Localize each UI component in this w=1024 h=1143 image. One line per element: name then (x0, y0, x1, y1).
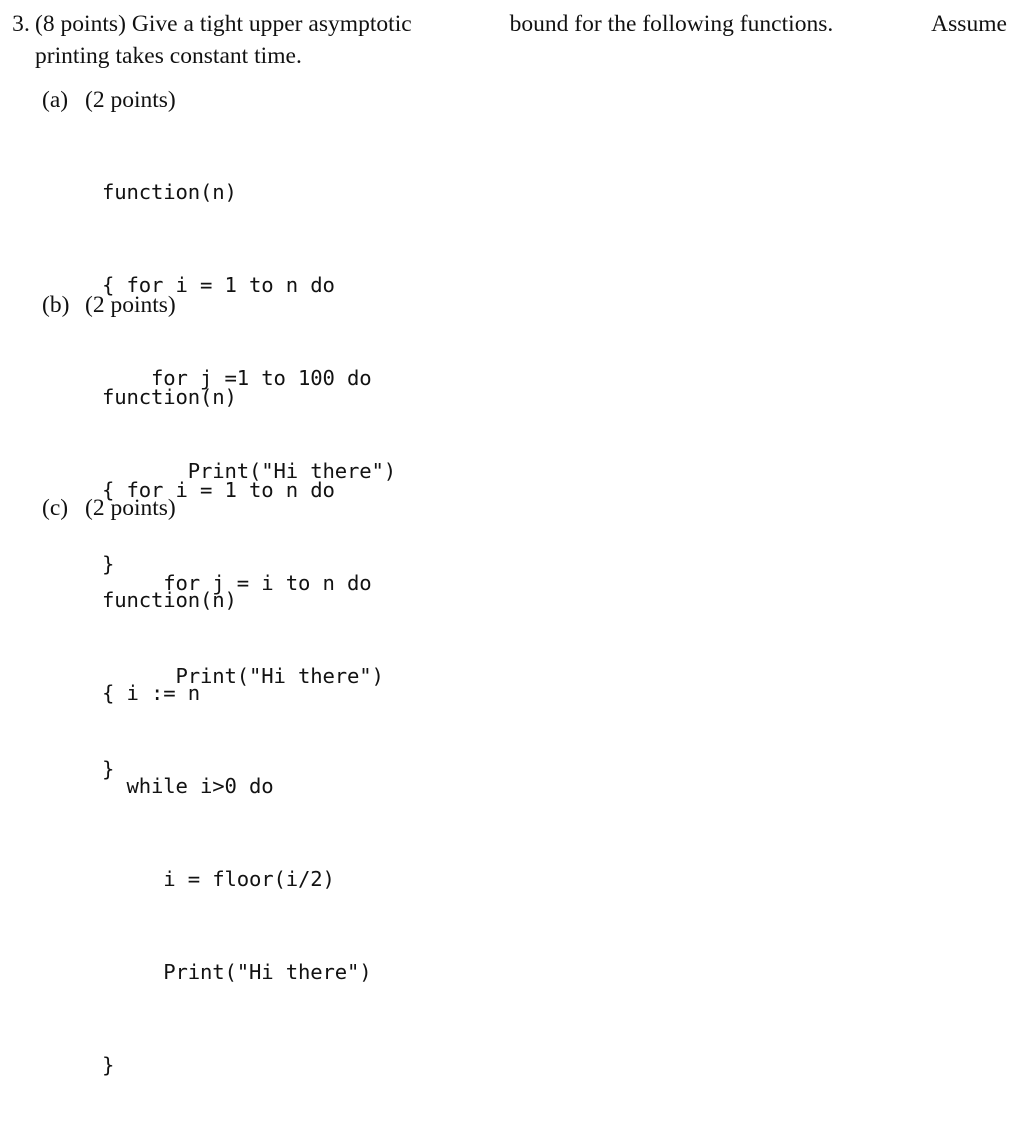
document-page: 3. (8 points) Give a tight upper asympto… (0, 0, 1024, 1077)
code-line: } (102, 1053, 115, 1077)
code-line: Print("Hi there") (102, 960, 372, 984)
question-line-1-right: bound for the following functions. (509, 11, 834, 37)
part-c-points: (2 points) (85, 495, 176, 521)
question-line-1-tail: Assume (931, 11, 1007, 37)
part-a-points: (2 points) (85, 87, 176, 113)
question-block: 3. (8 points) Give a tight upper asympto… (0, 8, 1012, 72)
code-line: { i := n (102, 681, 200, 705)
question-text: (8 points) Give a tight upper asymptotic… (35, 8, 1012, 72)
part-b-points: (2 points) (85, 292, 176, 318)
part-c-code-block: function(n) { i := n while i>0 do i = fl… (102, 523, 372, 1143)
code-line: while i>0 do (102, 774, 274, 798)
question-line-1: (8 points) Give a tight upper asymptotic… (35, 8, 1007, 40)
question-line-2: printing takes constant time. (35, 43, 302, 69)
code-line: function(n) (102, 385, 237, 409)
code-line: function(n) (102, 180, 237, 204)
part-a-label: (a) (42, 87, 69, 113)
code-line: i = floor(i/2) (102, 867, 335, 891)
part-c-label: (c) (42, 495, 69, 521)
code-line: function(n) (102, 588, 237, 612)
question-line-1-left: (8 points) Give a tight upper asymptotic (35, 11, 412, 37)
question-number: 3. (12, 11, 30, 37)
part-b-label: (b) (42, 292, 70, 318)
